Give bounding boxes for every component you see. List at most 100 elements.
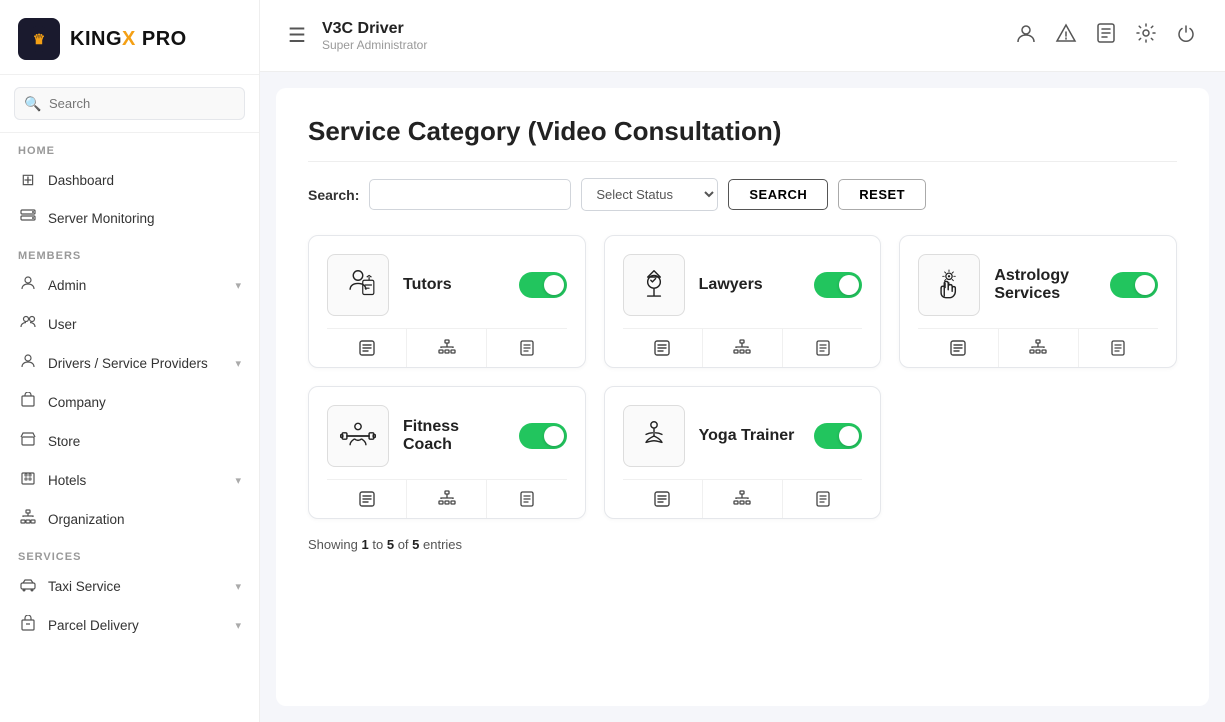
- topbar-subtitle: Super Administrator: [322, 38, 999, 52]
- cards-grid-row2: Fitness Coach: [308, 386, 1177, 519]
- sidebar-item-label: Organization: [48, 512, 125, 527]
- sidebar-item-organization[interactable]: Organization: [0, 500, 259, 539]
- card-lawyers-actions: [623, 329, 863, 367]
- topbar-title: V3C Driver Super Administrator: [322, 20, 999, 52]
- sidebar-item-company[interactable]: Company: [0, 383, 259, 422]
- card-astrology-edit-btn[interactable]: [918, 329, 998, 367]
- toggle-lawyers[interactable]: [814, 272, 862, 298]
- user-icon: [18, 314, 38, 335]
- card-yoga-name: Yoga Trainer: [699, 427, 801, 445]
- filter-row: Search: Select Status Active Inactive SE…: [308, 178, 1177, 211]
- card-tutors-edit-btn[interactable]: [327, 329, 407, 367]
- hotels-icon: [18, 470, 38, 491]
- card-lawyers-hierarchy-btn[interactable]: [703, 329, 783, 367]
- card-fitness-edit-btn[interactable]: [327, 480, 407, 518]
- sidebar-item-store[interactable]: Store: [0, 422, 259, 461]
- card-lawyers-form-btn[interactable]: [783, 329, 862, 367]
- card-yoga-actions: [623, 480, 863, 518]
- cards-grid-row1: Tutors: [308, 235, 1177, 368]
- card-astrology-name: Astrology Services: [994, 267, 1096, 303]
- organization-icon: [18, 509, 38, 530]
- section-label-members: MEMBERS: [0, 238, 259, 266]
- sidebar-item-label: Admin: [48, 278, 86, 293]
- card-yoga-form-btn[interactable]: [783, 480, 862, 518]
- store-icon: [18, 431, 38, 452]
- power-icon[interactable]: [1175, 22, 1197, 49]
- sidebar-item-taxi-service[interactable]: Taxi Service ▾: [0, 567, 259, 606]
- toggle-tutors[interactable]: [519, 272, 567, 298]
- card-lawyers: Lawyers: [604, 235, 882, 368]
- settings-icon[interactable]: [1135, 22, 1157, 49]
- reset-button[interactable]: RESET: [838, 179, 926, 210]
- search-input[interactable]: [369, 179, 571, 210]
- parcel-icon: [18, 615, 38, 636]
- sidebar-item-server-monitoring[interactable]: Server Monitoring: [0, 199, 259, 238]
- sidebar-item-label: Drivers / Service Providers: [48, 356, 208, 371]
- sidebar-item-label: Dashboard: [48, 173, 114, 188]
- card-yoga-hierarchy-btn[interactable]: [703, 480, 783, 518]
- sidebar-item-label: Company: [48, 395, 106, 410]
- admin-icon: [18, 275, 38, 296]
- alert-icon[interactable]: [1055, 22, 1077, 49]
- chevron-down-icon: ▾: [235, 619, 241, 632]
- sidebar-item-label: Server Monitoring: [48, 211, 155, 226]
- card-astrology-services: Astrology Services: [899, 235, 1177, 368]
- chevron-down-icon: ▾: [235, 474, 241, 487]
- chevron-down-icon: ▾: [235, 279, 241, 292]
- sidebar-item-dashboard[interactable]: ⊞ Dashboard: [0, 161, 259, 199]
- sidebar-search-icon: 🔍: [24, 95, 41, 112]
- menu-icon[interactable]: ☰: [288, 23, 306, 48]
- sidebar-search-container: 🔍: [0, 75, 259, 133]
- sidebar-item-label: Taxi Service: [48, 579, 121, 594]
- card-icon-tutors: [327, 254, 389, 316]
- notes-icon[interactable]: [1095, 22, 1117, 49]
- taxi-icon: [18, 576, 38, 597]
- card-tutors-actions: [327, 329, 567, 367]
- page-title: Service Category (Video Consultation): [308, 116, 1177, 162]
- card-icon-fitness: [327, 405, 389, 467]
- server-monitoring-icon: [18, 208, 38, 229]
- card-fitness-coach: Fitness Coach: [308, 386, 586, 519]
- card-astrology-form-btn[interactable]: [1079, 329, 1158, 367]
- sidebar-item-parcel-delivery[interactable]: Parcel Delivery ▾: [0, 606, 259, 645]
- content-area: Service Category (Video Consultation) Se…: [276, 88, 1209, 706]
- card-icon-yoga: [623, 405, 685, 467]
- card-fitness-hierarchy-btn[interactable]: [407, 480, 487, 518]
- toggle-astrology[interactable]: [1110, 272, 1158, 298]
- sidebar-item-user[interactable]: User: [0, 305, 259, 344]
- search-label: Search:: [308, 187, 359, 203]
- chevron-down-icon: ▾: [235, 580, 241, 593]
- card-astrology-hierarchy-btn[interactable]: [999, 329, 1079, 367]
- sidebar: ♛ KINGX PRO 🔍 HOME ⊞ Dashboard Server Mo…: [0, 0, 260, 722]
- company-icon: [18, 392, 38, 413]
- dashboard-icon: ⊞: [18, 170, 38, 190]
- card-yoga-trainer: Yoga Trainer: [604, 386, 882, 519]
- sidebar-search-input[interactable]: [14, 87, 245, 120]
- topbar-icons: [1015, 22, 1197, 49]
- search-button[interactable]: SEARCH: [728, 179, 828, 210]
- sidebar-item-admin[interactable]: Admin ▾: [0, 266, 259, 305]
- user-profile-icon[interactable]: [1015, 22, 1037, 49]
- sidebar-item-hotels[interactable]: Hotels ▾: [0, 461, 259, 500]
- sidebar-item-drivers-service-providers[interactable]: Drivers / Service Providers ▾: [0, 344, 259, 383]
- toggle-fitness[interactable]: [519, 423, 567, 449]
- topbar-title-main: V3C Driver: [322, 20, 999, 38]
- logo-icon: ♛: [18, 18, 60, 60]
- card-astrology-actions: [918, 329, 1158, 367]
- card-lawyers-edit-btn[interactable]: [623, 329, 703, 367]
- section-label-home: HOME: [0, 133, 259, 161]
- sidebar-item-label: User: [48, 317, 77, 332]
- card-tutors-hierarchy-btn[interactable]: [407, 329, 487, 367]
- main-area: ☰ V3C Driver Super Administrator Servic: [260, 0, 1225, 722]
- status-select[interactable]: Select Status Active Inactive: [581, 178, 718, 211]
- card-tutors-form-btn[interactable]: [487, 329, 566, 367]
- section-label-services: SERVICES: [0, 539, 259, 567]
- card-icon-lawyers: [623, 254, 685, 316]
- sidebar-logo: ♛ KINGX PRO: [0, 0, 259, 75]
- pagination-info: Showing 1 to 5 of 5 entries: [308, 537, 1177, 552]
- sidebar-item-label: Parcel Delivery: [48, 618, 139, 633]
- toggle-yoga[interactable]: [814, 423, 862, 449]
- card-fitness-form-btn[interactable]: [487, 480, 566, 518]
- card-lawyers-name: Lawyers: [699, 276, 801, 294]
- card-yoga-edit-btn[interactable]: [623, 480, 703, 518]
